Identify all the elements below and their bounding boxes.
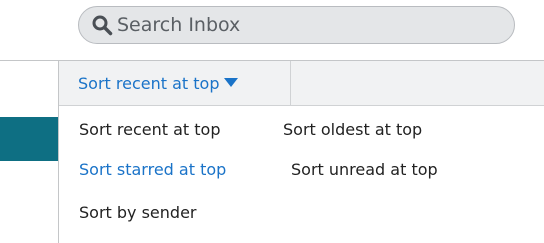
sort-option-oldest[interactable]: Sort oldest at top <box>283 120 422 140</box>
search-box[interactable] <box>78 6 515 44</box>
sort-option-sender[interactable]: Sort by sender <box>79 203 197 223</box>
sort-current-label: Sort recent at top <box>78 73 220 93</box>
sidebar-accent <box>0 117 58 161</box>
sort-dropdown: Sort recent at top Sort recent at top So… <box>58 61 544 243</box>
sort-option-unread[interactable]: Sort unread at top <box>291 160 438 180</box>
search-input[interactable] <box>117 14 487 36</box>
sort-option-starred[interactable]: Sort starred at top <box>79 160 226 180</box>
sort-header: Sort recent at top <box>59 61 544 106</box>
search-icon <box>92 15 113 36</box>
caret-down-icon <box>224 78 239 87</box>
sort-toggle-button[interactable]: Sort recent at top <box>59 61 291 105</box>
sort-option-recent[interactable]: Sort recent at top <box>79 120 220 140</box>
